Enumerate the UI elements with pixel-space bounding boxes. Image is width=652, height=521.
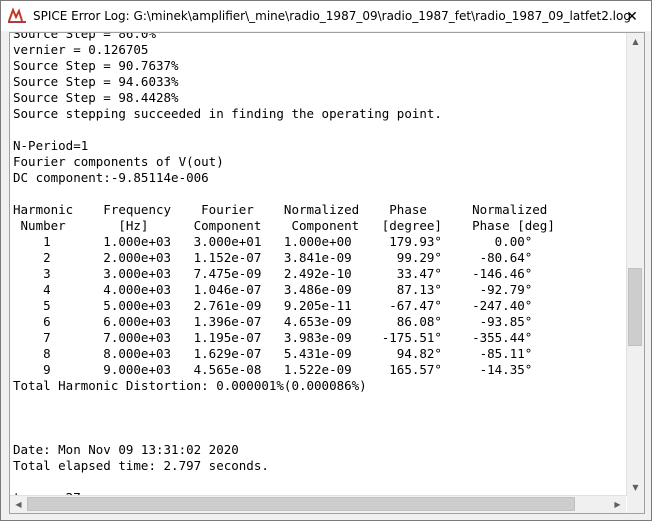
log-line: Source Step = 90.7637% — [13, 58, 179, 73]
log-line: 9 9.000e+03 4.565e-08 1.522e-09 165.57° … — [13, 362, 533, 377]
close-button[interactable]: ✕ — [623, 8, 641, 26]
ltspice-logo-icon — [8, 7, 26, 23]
scroll-left-button[interactable]: ◀ — [10, 496, 27, 513]
log-line: Number [Hz] Component Component [degree]… — [13, 218, 555, 233]
vertical-scrollbar[interactable]: ▲ ▼ — [626, 33, 644, 496]
scroll-right-icon: ▶ — [614, 500, 621, 509]
window-title: SPICE Error Log: G:\minek\amplifier\_min… — [33, 9, 631, 23]
log-client-area: Source Step = 86.0% vernier = 0.126705 S… — [9, 32, 645, 514]
log-line: Harmonic Frequency Fourier Normalized Ph… — [13, 202, 548, 217]
close-icon: ✕ — [626, 9, 638, 25]
spice-error-log-window: SPICE Error Log: G:\minek\amplifier\_min… — [0, 0, 652, 521]
log-line: Total elapsed time: 2.797 seconds. — [13, 458, 269, 473]
log-line: 1 1.000e+03 3.000e+01 1.000e+00 179.93° … — [13, 234, 533, 249]
log-line: 4 4.000e+03 1.046e-07 3.486e-09 87.13° -… — [13, 282, 533, 297]
log-line: Source Step = 98.4428% — [13, 90, 179, 105]
log-text: Source Step = 86.0% vernier = 0.126705 S… — [13, 33, 555, 496]
scrollbar-corner — [627, 496, 644, 513]
vertical-scroll-thumb[interactable] — [628, 267, 642, 346]
log-line: Fourier components of V(out) — [13, 154, 224, 169]
log-line: N-Period=1 — [13, 138, 89, 153]
scroll-right-button[interactable]: ▶ — [609, 496, 626, 513]
log-line: 2 2.000e+03 1.152e-07 3.841e-09 99.29° -… — [13, 250, 533, 265]
log-line: 8 8.000e+03 1.629e-07 5.431e-09 94.82° -… — [13, 346, 533, 361]
scroll-left-icon: ◀ — [15, 500, 22, 509]
scroll-up-button[interactable]: ▲ — [627, 33, 644, 50]
log-line: 7 7.000e+03 1.195e-07 3.983e-09 -175.51°… — [13, 330, 533, 345]
log-text-area[interactable]: Source Step = 86.0% vernier = 0.126705 S… — [10, 33, 626, 496]
scroll-down-button[interactable]: ▼ — [627, 479, 644, 496]
log-line: DC component:-9.85114e-006 — [13, 170, 209, 185]
horizontal-scrollbar[interactable]: ◀ ▶ — [10, 495, 626, 513]
log-line: vernier = 0.126705 — [13, 42, 149, 57]
log-line: Total Harmonic Distortion: 0.000001%(0.0… — [13, 378, 367, 393]
scroll-down-icon: ▼ — [632, 483, 639, 492]
log-line: Source Step = 86.0% — [13, 33, 156, 41]
log-line: Source stepping succeeded in finding the… — [13, 106, 442, 121]
log-line: 5 5.000e+03 2.761e-09 9.205e-11 -67.47° … — [13, 298, 533, 313]
log-line: Source Step = 94.6033% — [13, 74, 179, 89]
log-line: 6 6.000e+03 1.396e-07 4.653e-09 86.08° -… — [13, 314, 533, 329]
log-line: Date: Mon Nov 09 13:31:02 2020 — [13, 442, 239, 457]
scroll-up-icon: ▲ — [632, 37, 639, 46]
title-bar[interactable]: SPICE Error Log: G:\minek\amplifier\_min… — [1, 1, 651, 31]
log-line: 3 3.000e+03 7.475e-09 2.492e-10 33.47° -… — [13, 266, 533, 281]
horizontal-scroll-thumb[interactable] — [27, 497, 575, 511]
